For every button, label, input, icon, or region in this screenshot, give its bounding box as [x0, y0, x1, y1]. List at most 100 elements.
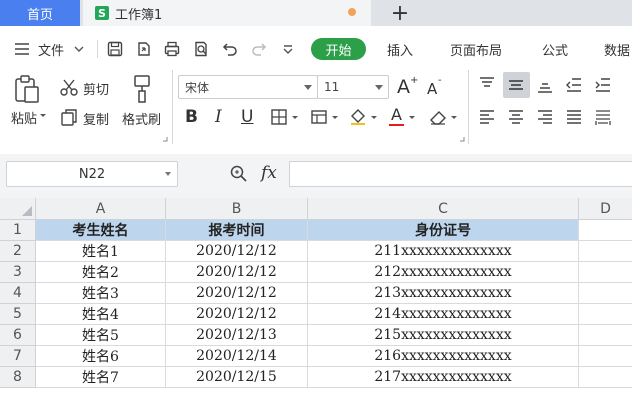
font-color-icon[interactable]: A	[391, 105, 402, 125]
format-painter-icon[interactable]	[131, 74, 153, 104]
group-launcher-icon[interactable]	[459, 136, 465, 142]
tab-workbook[interactable]: S 工作簿1	[83, 0, 371, 26]
row-header-2[interactable]: 2	[0, 241, 36, 262]
table-cell[interactable]: 213xxxxxxxxxxxxxx	[308, 283, 579, 304]
increase-indent-icon[interactable]	[593, 75, 613, 95]
insert-function-fx[interactable]: fx	[261, 163, 277, 183]
table-cell[interactable]: 214xxxxxxxxxxxxxx	[308, 304, 579, 325]
paste-icon[interactable]	[13, 74, 41, 104]
header-cell[interactable]: 报考时间	[166, 220, 308, 241]
shrink-font-icon[interactable]: A	[427, 79, 437, 99]
chevron-down-icon[interactable]	[70, 40, 88, 58]
align-left-icon[interactable]	[477, 107, 497, 127]
table-cell[interactable]	[579, 367, 632, 388]
group-launcher-icon[interactable]	[162, 136, 168, 142]
table-cell[interactable]: 姓名1	[36, 241, 166, 262]
table-cell[interactable]	[579, 346, 632, 367]
hamburger-menu-icon[interactable]	[13, 40, 31, 58]
font-name-select[interactable]: 宋体	[178, 75, 318, 99]
underline-button[interactable]: U	[241, 107, 253, 127]
table-cell[interactable]	[579, 241, 632, 262]
menu-data[interactable]: 数据	[604, 40, 630, 59]
table-cell[interactable]: 姓名4	[36, 304, 166, 325]
cut-icon[interactable]	[59, 77, 79, 97]
caret-down-icon[interactable]	[408, 114, 416, 122]
font-size-select[interactable]: 11	[317, 75, 389, 99]
column-header-b[interactable]: B	[166, 198, 308, 220]
table-cell[interactable]: 2020/12/12	[166, 283, 308, 304]
fill-color-icon[interactable]	[348, 106, 368, 126]
cell-style-icon[interactable]	[309, 107, 329, 127]
caret-down-icon[interactable]	[450, 114, 458, 122]
table-cell[interactable]: 2020/12/12	[166, 304, 308, 325]
customize-toolbar-icon[interactable]	[279, 40, 297, 58]
row-header-3[interactable]: 3	[0, 262, 36, 283]
table-cell[interactable]: 2020/12/13	[166, 325, 308, 346]
paste-label[interactable]: 粘贴	[11, 108, 37, 127]
row-header-8[interactable]: 8	[0, 367, 36, 388]
menu-start[interactable]: 开始	[311, 38, 366, 60]
save-icon[interactable]	[106, 40, 124, 58]
table-cell[interactable]	[579, 304, 632, 325]
table-cell[interactable]: 姓名6	[36, 346, 166, 367]
format-painter-label[interactable]: 格式刷	[122, 109, 161, 128]
row-header-1[interactable]: 1	[0, 220, 36, 241]
header-cell[interactable]: 身份证号	[308, 220, 579, 241]
table-cell[interactable]: 姓名7	[36, 367, 166, 388]
menu-formulas[interactable]: 公式	[542, 40, 568, 59]
caret-down-icon[interactable]	[39, 112, 47, 120]
column-header-c[interactable]: C	[308, 198, 579, 220]
menu-insert[interactable]: 插入	[387, 40, 413, 59]
copy-label[interactable]: 复制	[83, 109, 109, 128]
column-header-a[interactable]: A	[36, 198, 166, 220]
bold-button[interactable]: B	[185, 107, 198, 127]
table-cell[interactable]: 姓名2	[36, 262, 166, 283]
row-header-5[interactable]: 5	[0, 304, 36, 325]
select-all-corner[interactable]	[0, 198, 36, 220]
borders-icon[interactable]	[269, 107, 289, 127]
table-cell[interactable]: 215xxxxxxxxxxxxxx	[308, 325, 579, 346]
align-bottom-icon[interactable]	[535, 75, 555, 95]
align-center-icon[interactable]	[506, 107, 526, 127]
table-cell[interactable]: 2020/12/12	[166, 241, 308, 262]
eraser-icon[interactable]	[428, 107, 448, 127]
align-top-icon[interactable]	[477, 75, 497, 95]
caret-down-icon[interactable]	[291, 114, 299, 122]
table-cell[interactable]	[579, 262, 632, 283]
table-cell[interactable]: 2020/12/14	[166, 346, 308, 367]
export-icon[interactable]	[135, 40, 153, 58]
align-right-icon[interactable]	[535, 107, 555, 127]
row-header-4[interactable]: 4	[0, 283, 36, 304]
print-icon[interactable]	[163, 40, 181, 58]
undo-icon[interactable]	[221, 40, 239, 58]
caret-down-icon[interactable]	[370, 114, 378, 122]
table-cell[interactable]	[579, 325, 632, 346]
menu-page-layout[interactable]: 页面布局	[450, 40, 502, 59]
table-cell[interactable]: 2020/12/15	[166, 367, 308, 388]
cut-label[interactable]: 剪切	[83, 79, 109, 98]
table-cell[interactable]: 2020/12/12	[166, 262, 308, 283]
grow-font-icon[interactable]: A	[397, 77, 410, 97]
table-cell[interactable]: 212xxxxxxxxxxxxxx	[308, 262, 579, 283]
table-cell[interactable]: 姓名3	[36, 283, 166, 304]
italic-button[interactable]: I	[215, 107, 222, 127]
row-header-6[interactable]: 6	[0, 325, 36, 346]
caret-down-icon[interactable]	[331, 114, 339, 122]
menu-file[interactable]: 文件	[38, 40, 64, 59]
table-cell[interactable]: 216xxxxxxxxxxxxxx	[308, 346, 579, 367]
new-tab-button[interactable]: +	[388, 0, 412, 26]
table-cell[interactable]: 217xxxxxxxxxxxxxx	[308, 367, 579, 388]
zoom-function-icon[interactable]	[229, 164, 249, 184]
table-cell[interactable]	[579, 283, 632, 304]
column-header-d[interactable]: D	[579, 198, 632, 220]
redo-icon[interactable]	[250, 40, 268, 58]
tab-home[interactable]: 首页	[0, 0, 80, 26]
header-cell[interactable]: 考生姓名	[36, 220, 166, 241]
formula-input[interactable]	[289, 161, 632, 187]
copy-icon[interactable]	[59, 107, 79, 127]
align-middle-icon[interactable]	[506, 75, 526, 95]
name-box[interactable]: N22	[6, 161, 178, 187]
justify-icon[interactable]	[564, 107, 584, 127]
table-cell[interactable]: 211xxxxxxxxxxxxxx	[308, 241, 579, 262]
distributed-align-icon[interactable]	[593, 107, 613, 127]
